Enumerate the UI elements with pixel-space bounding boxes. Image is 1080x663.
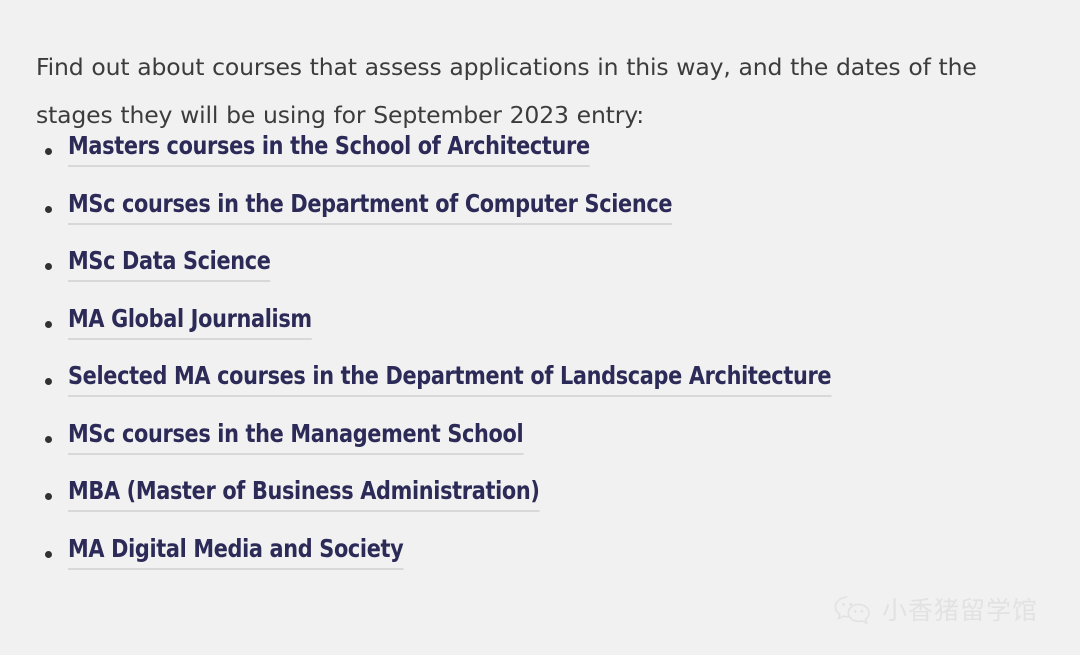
course-link-ma-global-journalism[interactable]: MA Global Journalism — [68, 304, 312, 340]
list-item: Selected MA courses in the Department of… — [0, 362, 1040, 420]
course-link-ma-digital-media-society[interactable]: MA Digital Media and Society — [68, 534, 404, 570]
wechat-icon — [833, 595, 873, 627]
bullet-icon — [45, 435, 52, 443]
list-item: Masters courses in the School of Archite… — [0, 132, 1040, 190]
list-item: MA Global Journalism — [0, 304, 1040, 363]
article-content-surface: Find out about courses that assess appli… — [0, 0, 1080, 655]
bullet-icon — [45, 378, 52, 385]
course-list: Masters courses in the School of Archite… — [0, 132, 1040, 592]
bullet-icon — [45, 263, 52, 270]
bullet-icon — [45, 320, 52, 328]
list-item: MSc courses in the Department of Compute… — [0, 189, 1040, 248]
course-link-msc-computer-science[interactable]: MSc courses in the Department of Compute… — [68, 189, 672, 225]
bottom-strip — [0, 655, 1080, 663]
list-item: MSc Data Science — [0, 247, 1040, 305]
watermark: 小香猪留学馆 — [833, 595, 1038, 627]
intro-paragraph: Find out about courses that assess appli… — [36, 52, 977, 129]
bullet-icon — [45, 550, 52, 558]
list-item: MSc courses in the Management School — [0, 419, 1040, 478]
course-link-masters-architecture[interactable]: Masters courses in the School of Archite… — [68, 132, 590, 167]
course-link-mba[interactable]: MBA (Master of Business Administration) — [68, 477, 540, 512]
bullet-icon — [45, 148, 52, 155]
page-root: Find out about courses that assess appli… — [0, 0, 1080, 663]
course-link-msc-data-science[interactable]: MSc Data Science — [68, 247, 271, 282]
watermark-text: 小香猪留学馆 — [882, 596, 1039, 625]
course-link-ma-landscape-architecture[interactable]: Selected MA courses in the Department of… — [68, 362, 832, 397]
bullet-icon — [45, 205, 52, 213]
list-item: MBA (Master of Business Administration) — [0, 477, 1040, 535]
list-item: MA Digital Media and Society — [0, 534, 1040, 593]
course-link-msc-management-school[interactable]: MSc courses in the Management School — [68, 419, 524, 455]
bullet-icon — [45, 493, 52, 500]
